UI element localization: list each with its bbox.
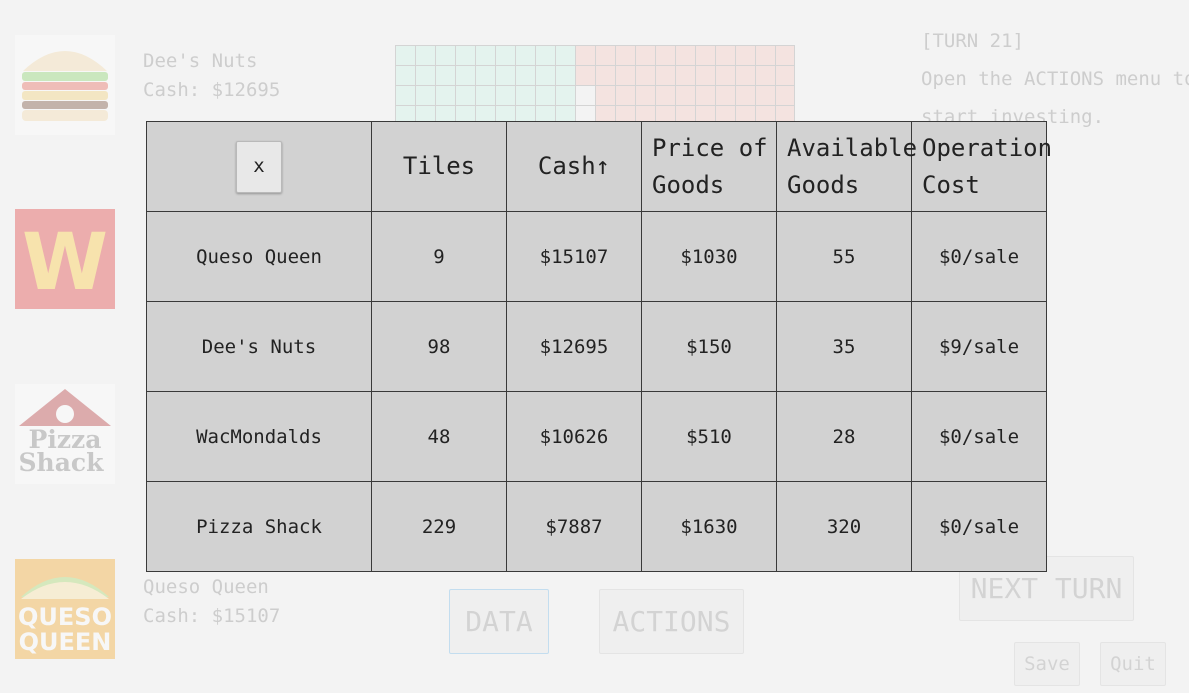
player-info-queso-queen: Queso Queen Cash: $15107 [143, 573, 280, 631]
turn-info: [TURN 21] Open the ACTIONS menu to start… [921, 22, 1189, 136]
player-cash: Cash: $15107 [143, 605, 281, 627]
queso-queen-logo-line1: QUESO [18, 603, 112, 631]
cell-cost: $0/sale [911, 391, 1047, 482]
table-header-row: x Tiles Cash↑ Price of Goods Available G… [146, 121, 1053, 212]
cell-tiles: 98 [371, 301, 507, 392]
cell-available: 35 [776, 301, 912, 392]
header-tiles-label: Tiles [402, 152, 476, 180]
header-price-of-goods[interactable]: Price of Goods [641, 121, 777, 212]
cell-price: $510 [641, 391, 777, 482]
table-row: Queso Queen 9 $15107 $1030 55 $0/sale [146, 211, 1047, 302]
turn-label: [TURN 21] [921, 30, 1024, 52]
actions-button[interactable]: ACTIONS [599, 589, 744, 654]
pizza-shack-logo: Pizza Shack [15, 384, 115, 484]
wacmondalds-logo: W [15, 209, 115, 309]
data-button[interactable]: DATA [449, 589, 549, 654]
turn-hint-line1: Open the ACTIONS menu to [921, 68, 1189, 90]
cell-available: 28 [776, 391, 912, 482]
cell-price: $150 [641, 301, 777, 392]
cell-available: 320 [776, 481, 912, 572]
cell-available: 55 [776, 211, 912, 302]
header-available-line1: Available [787, 133, 918, 162]
cell-cash: $15107 [506, 211, 642, 302]
company-data-table: x Tiles Cash↑ Price of Goods Available G… [146, 121, 1053, 572]
data-modal: x Tiles Cash↑ Price of Goods Available G… [146, 121, 1053, 572]
header-cash-label: Cash↑ [537, 152, 611, 180]
cell-cash: $7887 [506, 481, 642, 572]
cell-name: Queso Queen [146, 211, 372, 302]
burger-logo [15, 35, 115, 135]
header-operation-cost[interactable]: Operation Cost [911, 121, 1053, 212]
player-name: Queso Queen [143, 576, 269, 598]
header-operation-line1: Operation [922, 133, 1053, 162]
player-info-dees-nuts: Dee's Nuts Cash: $12695 [143, 47, 280, 105]
table-row: Pizza Shack 229 $7887 $1630 320 $0/sale [146, 481, 1047, 572]
cell-cost: $9/sale [911, 301, 1047, 392]
save-button[interactable]: Save [1014, 642, 1080, 686]
header-cash[interactable]: Cash↑ [506, 121, 642, 212]
header-operation-line2: Cost [922, 170, 980, 199]
header-price-line1: Price of [652, 133, 768, 162]
quit-button[interactable]: Quit [1100, 642, 1166, 686]
header-available-line2: Goods [787, 170, 860, 199]
cell-name: Pizza Shack [146, 481, 372, 572]
territory-grid[interactable] [395, 45, 795, 121]
cell-tiles: 229 [371, 481, 507, 572]
cell-tiles: 48 [371, 391, 507, 482]
cell-tiles: 9 [371, 211, 507, 302]
header-available-goods[interactable]: Available Goods [776, 121, 918, 212]
cell-cash: $10626 [506, 391, 642, 482]
player-name: Dee's Nuts [143, 50, 258, 72]
close-button[interactable]: x [236, 140, 282, 193]
header-price-line2: Goods [652, 170, 725, 199]
queso-queen-logo: QUESO QUEEN [15, 559, 115, 659]
cell-price: $1630 [641, 481, 777, 572]
cell-cash: $12695 [506, 301, 642, 392]
cell-name: Dee's Nuts [146, 301, 372, 392]
table-row: Dee's Nuts 98 $12695 $150 35 $9/sale [146, 301, 1047, 392]
player-cash: Cash: $12695 [143, 79, 281, 101]
pizza-shack-logo-line2: Shack [19, 448, 105, 477]
queso-queen-logo-line2: QUEEN [19, 628, 112, 656]
table-row: WacMondalds 48 $10626 $510 28 $0/sale [146, 391, 1047, 482]
cell-price: $1030 [641, 211, 777, 302]
cell-cost: $0/sale [911, 211, 1047, 302]
header-tiles[interactable]: Tiles [371, 121, 507, 212]
cell-name: WacMondalds [146, 391, 372, 482]
wacmondalds-logo-letter: W [22, 218, 108, 308]
close-cell: x [146, 121, 372, 212]
cell-cost: $0/sale [911, 481, 1047, 572]
